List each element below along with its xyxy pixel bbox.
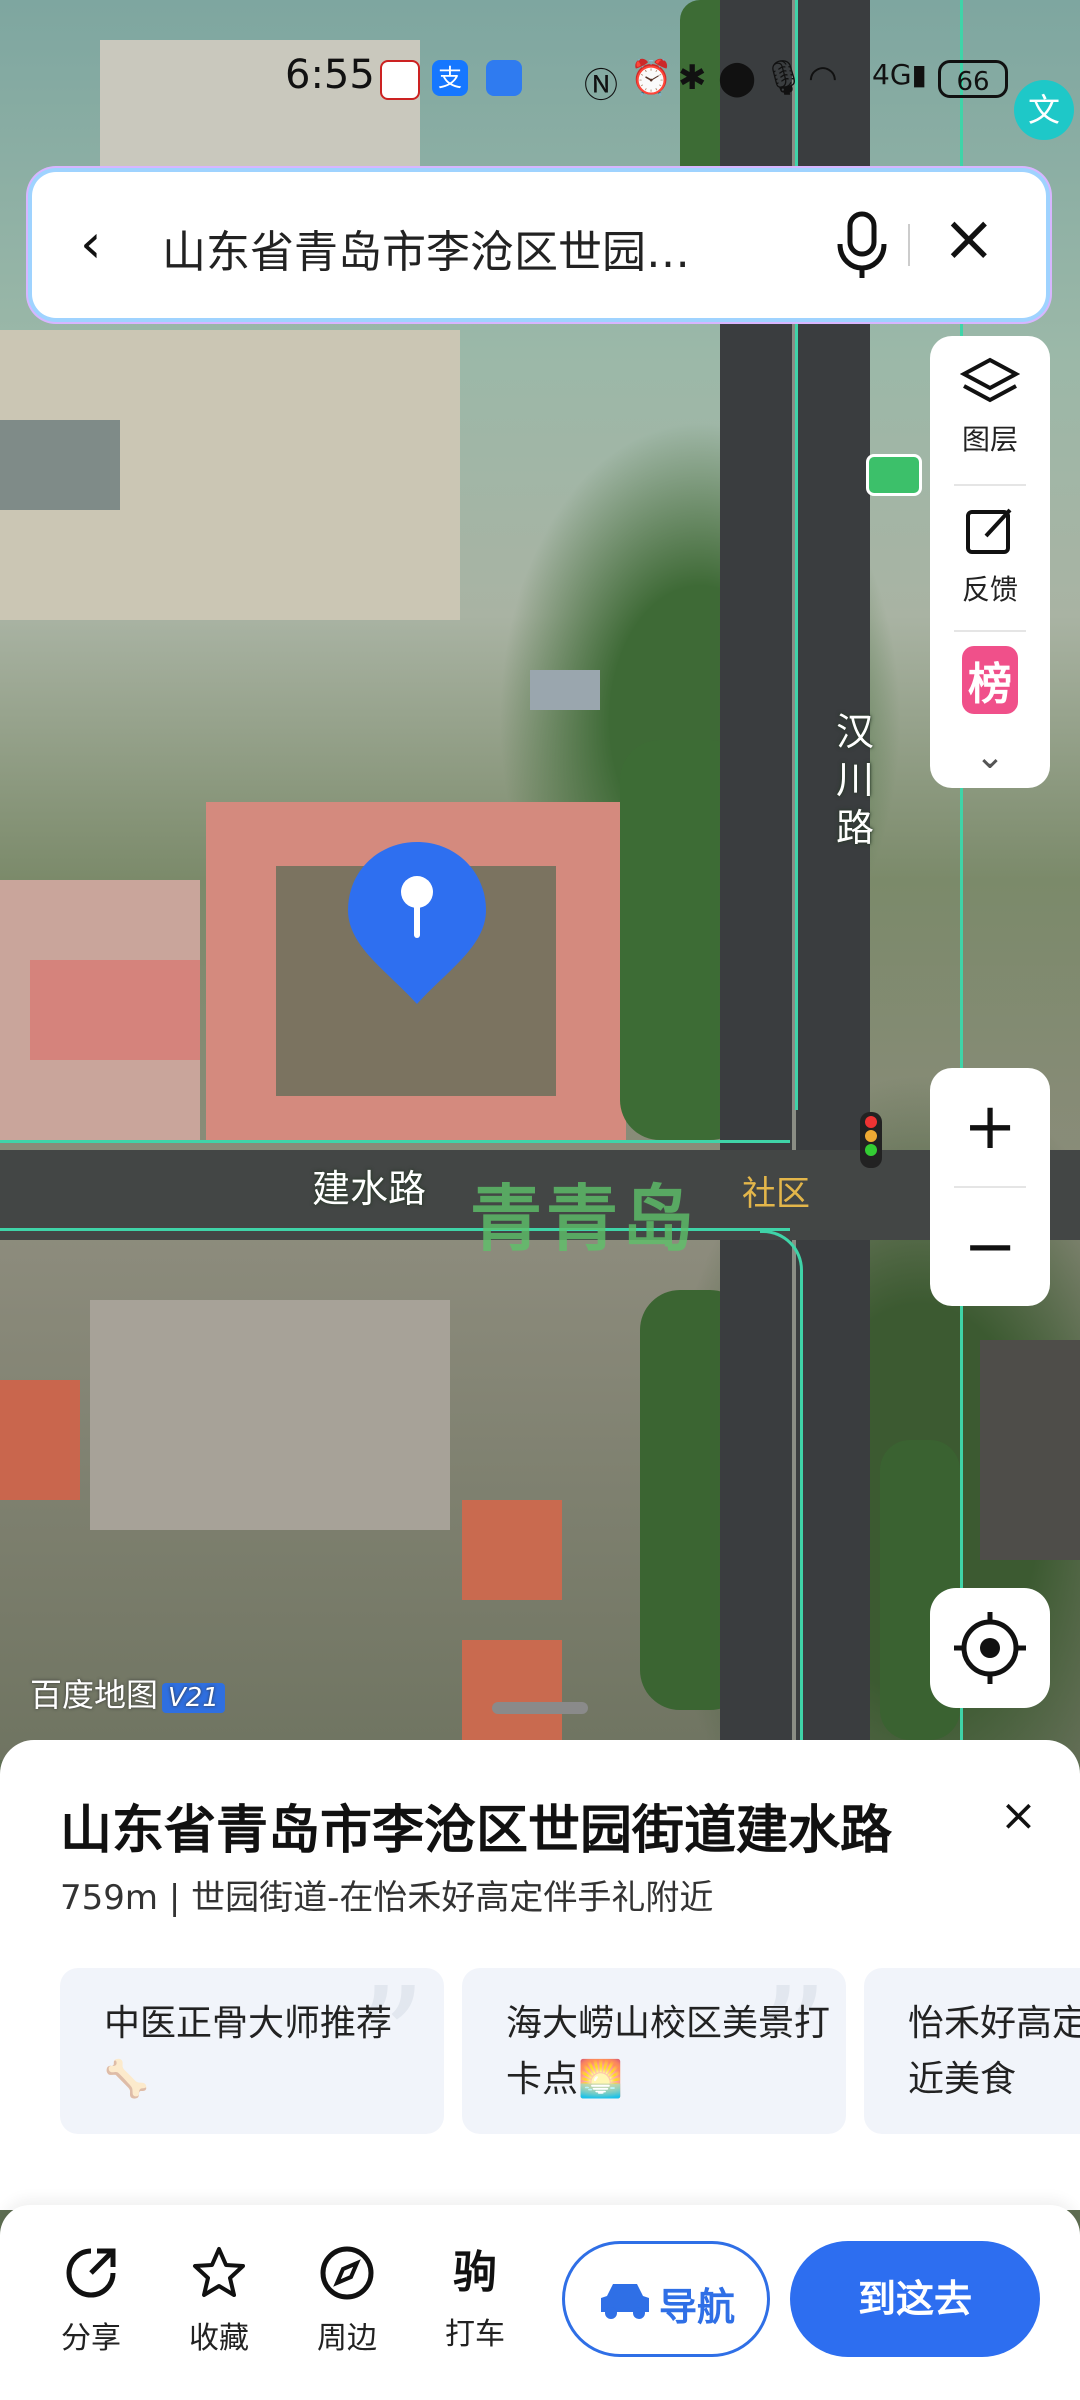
map-building xyxy=(530,670,600,710)
car-icon xyxy=(601,2284,649,2319)
voice-search-icon[interactable] xyxy=(832,208,892,282)
share-button[interactable]: 分享 xyxy=(46,2243,136,2357)
road-outline xyxy=(760,1230,803,1760)
sheet-drag-handle[interactable] xyxy=(492,1702,588,1714)
go-here-button[interactable]: 到这去 xyxy=(790,2241,1040,2357)
layers-label: 图层 xyxy=(961,423,1018,456)
community-watermark-sub: 社区 xyxy=(742,1174,810,1214)
zoom-control: + − xyxy=(930,1068,1050,1306)
back-icon[interactable]: ‹ xyxy=(80,212,102,275)
place-title: 山东省青岛市李沧区世园街道建水路 xyxy=(60,1801,893,1861)
nfc-icon: Ⓝ xyxy=(584,66,618,106)
navigate-label: 导航 xyxy=(659,2285,736,2329)
map-building xyxy=(980,1340,1080,1560)
recommend-card-text: 中医正骨大师推荐🦴 xyxy=(104,2003,393,2100)
navigate-button[interactable]: 导航 xyxy=(562,2241,770,2357)
place-subtitle: 759m | 世园街道-在怡禾好高定伴手礼附近 xyxy=(60,1878,714,1918)
locate-button[interactable] xyxy=(930,1588,1050,1708)
favorite-button[interactable]: 收藏 xyxy=(174,2243,264,2357)
map-building xyxy=(462,1640,562,1740)
status-time: 6:55 xyxy=(285,52,375,98)
place-sheet: 山东省青岛市李沧区世园街道建水路 × 759m | 世园街道-在怡禾好高定伴手礼… xyxy=(0,1740,1080,2210)
location-pin-icon[interactable] xyxy=(344,838,490,1008)
map-building xyxy=(462,1500,562,1600)
map-building xyxy=(30,960,200,1060)
road-label-horizontal: 建水路 xyxy=(312,1167,427,1211)
search-divider xyxy=(908,224,910,266)
zoom-out-button[interactable]: − xyxy=(930,1188,1050,1306)
taxi-label: 打车 xyxy=(445,2317,505,2352)
taxi-button[interactable]: 驹 打车 xyxy=(430,2243,520,2353)
feedback-button[interactable]: 反馈 xyxy=(930,504,1050,608)
bus-stop-icon[interactable] xyxy=(866,454,922,496)
battery-indicator: 66 xyxy=(938,60,1008,98)
chevron-down-icon[interactable]: ⌄ xyxy=(930,736,1050,777)
bluetooth-icon: ✱ xyxy=(678,58,707,98)
share-icon xyxy=(66,2248,116,2298)
panel-divider xyxy=(954,484,1026,486)
location-icon: ⬤ xyxy=(718,58,757,98)
feedback-label: 反馈 xyxy=(961,573,1018,606)
alarm-icon: ⏰ xyxy=(630,58,673,98)
road-label-vertical: 汉川路 xyxy=(836,710,875,850)
feedback-icon xyxy=(966,508,1012,554)
locate-icon xyxy=(954,1612,1026,1684)
alipay-icon: 支 xyxy=(432,60,468,96)
map-building xyxy=(0,1380,80,1500)
network-type: 4G xyxy=(872,58,912,91)
favorite-label: 收藏 xyxy=(189,2321,249,2356)
wifi-icon: ◠ xyxy=(808,58,838,98)
traffic-light-icon xyxy=(860,1112,882,1168)
mic-icon: 🎙 xyxy=(762,58,806,98)
layers-button[interactable]: 图层 xyxy=(930,356,1050,458)
panel-divider xyxy=(954,630,1026,632)
community-watermark: 青青岛 xyxy=(470,1177,699,1261)
nearby-button[interactable]: 周边 xyxy=(302,2243,392,2357)
share-label: 分享 xyxy=(61,2321,121,2356)
close-icon[interactable]: × xyxy=(942,202,996,276)
map-building xyxy=(0,420,120,510)
layers-icon xyxy=(959,357,1021,403)
map-building xyxy=(90,1300,450,1530)
recommend-card[interactable]: ” 海大崂山校区美景打卡点🌅 xyxy=(462,1968,846,2134)
taxi-icon: 驹 xyxy=(453,2247,497,2298)
nearby-label: 周边 xyxy=(317,2321,377,2356)
recommend-card-text: 海大崂山校区美景打卡点🌅 xyxy=(506,2003,831,2100)
shield-app-icon xyxy=(486,60,522,96)
recommend-card[interactable]: 怡禾好高定伴手礼附近美食 xyxy=(864,1968,1080,2134)
translate-icon[interactable]: 文 xyxy=(1014,80,1074,140)
search-query[interactable]: 山东省青岛市李沧区世园… xyxy=(162,216,690,280)
signal-icon: 4G▮ xyxy=(872,58,927,91)
brand-version: V21 xyxy=(162,1683,225,1713)
ranking-button[interactable]: 榜 xyxy=(930,646,1050,714)
road-outline xyxy=(0,1140,790,1143)
brand-name: 百度地图 xyxy=(30,1676,159,1714)
recommend-card-text: 怡禾好高定伴手礼附近美食 xyxy=(908,2003,1080,2100)
road-outline xyxy=(795,0,798,1110)
star-icon xyxy=(193,2247,245,2297)
map-brand: 百度地图 V21 xyxy=(30,1670,225,1716)
search-bar[interactable]: ‹ 山东省青岛市李沧区世园… × xyxy=(32,172,1046,318)
ranking-icon: 榜 xyxy=(962,646,1018,714)
app-badge-icon xyxy=(380,60,420,100)
action-bar: 分享 收藏 周边 驹 打车 导航 到这去 xyxy=(0,2205,1080,2400)
sheet-close-icon[interactable]: × xyxy=(1000,1790,1037,1841)
compass-icon xyxy=(320,2246,374,2300)
recommend-card[interactable]: ” 中医正骨大师推荐🦴 xyxy=(60,1968,444,2134)
zoom-in-button[interactable]: + xyxy=(930,1068,1050,1186)
map-tools-panel: 图层 反馈 榜 ⌄ xyxy=(930,336,1050,788)
